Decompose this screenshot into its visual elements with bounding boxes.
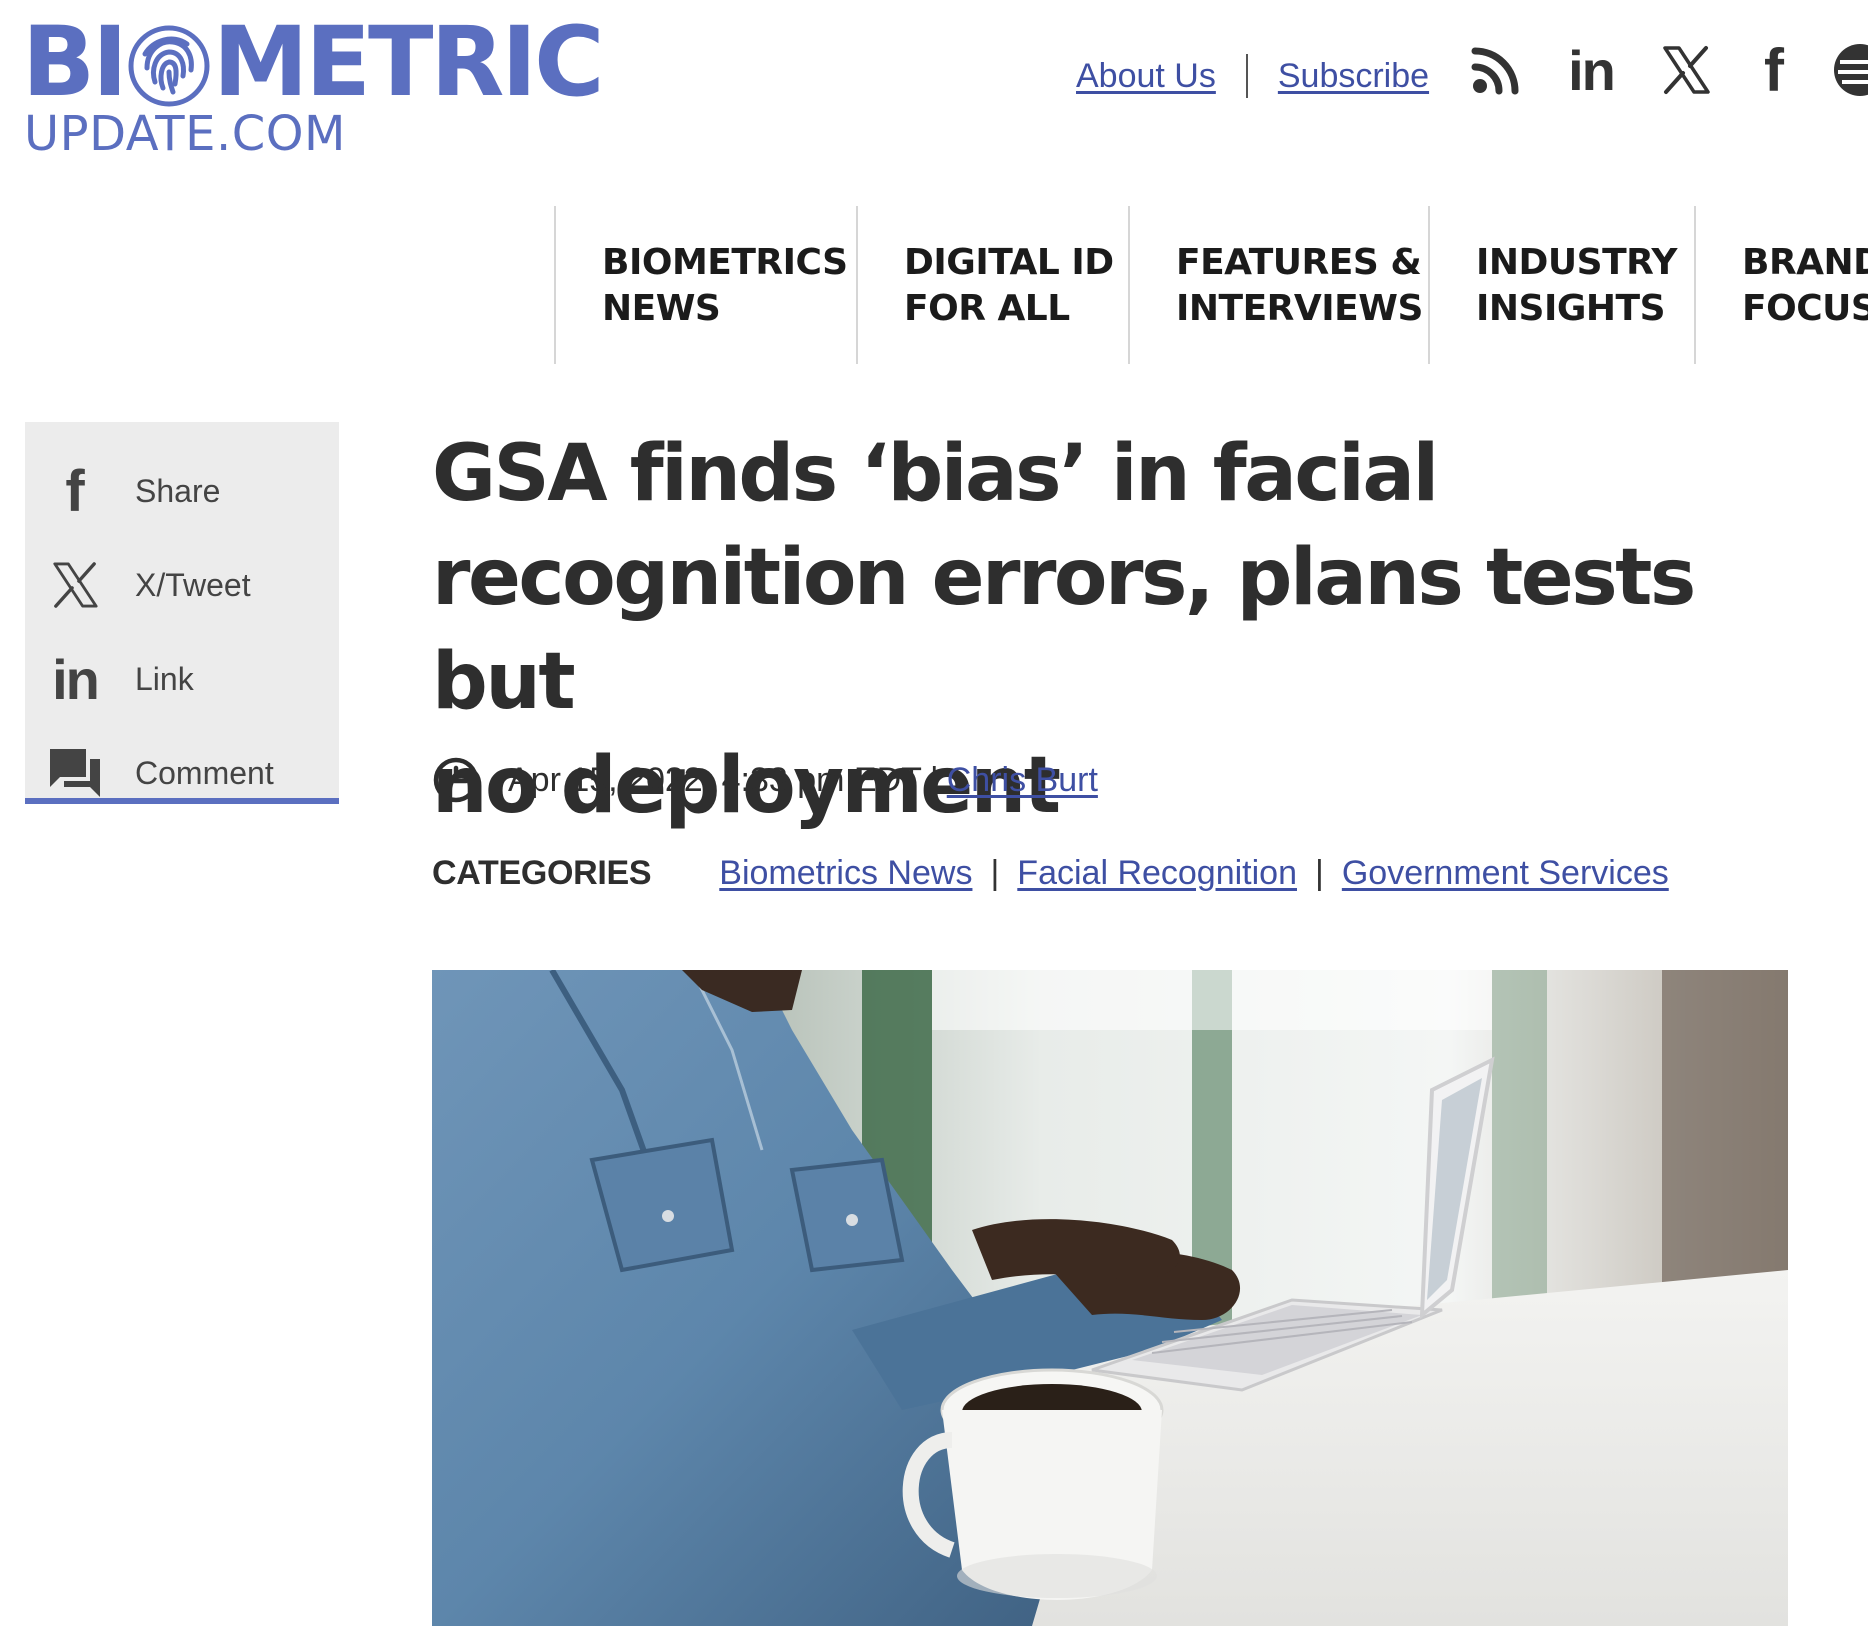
facebook-icon[interactable]: f xyxy=(1754,37,1794,104)
top-links-divider xyxy=(1245,54,1248,98)
nav-item-features-interviews[interactable]: FEATURES & INTERVIEWS xyxy=(1128,206,1428,364)
x-icon[interactable] xyxy=(1658,38,1714,102)
share-facebook-button[interactable]: f Share xyxy=(25,444,339,538)
clock-icon xyxy=(433,757,479,803)
nav-item-brand-focus[interactable]: BRAND FOCUS xyxy=(1694,206,1868,364)
nav-item-industry-insights[interactable]: INDUSTRY INSIGHTS xyxy=(1428,206,1694,364)
category-link-government-services[interactable]: Government Services xyxy=(1342,854,1669,893)
logo-text-metric: METRIC xyxy=(212,6,605,118)
fingerprint-icon xyxy=(127,24,211,108)
nav-label-line1: FEATURES & xyxy=(1176,242,1422,283)
share-sidebar: f Share X/Tweet in Link Comment xyxy=(25,422,339,804)
category-link-biometrics-news[interactable]: Biometrics News xyxy=(719,854,972,893)
publish-date: Apr 15, 2022, 4:33 pm EDT xyxy=(508,760,922,799)
categories-label: CATEGORIES xyxy=(432,854,652,892)
article-hero-image xyxy=(432,970,1788,1626)
article-meta: Apr 15, 2022, 4:33 pm EDT | Chris Burt xyxy=(432,756,1098,804)
linkedin-icon: in xyxy=(52,647,100,711)
about-us-link[interactable]: About Us xyxy=(1076,57,1216,96)
linkedin-icon[interactable]: in xyxy=(1560,38,1622,102)
rss-icon[interactable] xyxy=(1466,38,1526,102)
nav-item-digital-id[interactable]: DIGITAL ID FOR ALL xyxy=(856,206,1128,364)
share-label: Link xyxy=(135,660,194,697)
nav-label-line2: FOR ALL xyxy=(904,288,1070,329)
social-links: in f xyxy=(1466,37,1868,104)
nav-label-line2: NEWS xyxy=(602,288,721,329)
logo-text-bi: BI xyxy=(22,6,128,118)
share-x-button[interactable]: X/Tweet xyxy=(25,538,339,632)
share-label: X/Tweet xyxy=(135,566,251,603)
share-linkedin-button[interactable]: in Link xyxy=(25,632,339,726)
nav-label-line1: BRAND xyxy=(1742,242,1868,283)
share-label: Share xyxy=(135,472,221,509)
author-link[interactable]: Chris Burt xyxy=(947,761,1098,800)
article-categories: CATEGORIES Biometrics News | Facial Reco… xyxy=(432,854,1669,893)
subscribe-link[interactable]: Subscribe xyxy=(1278,57,1429,96)
headline-line: recognition errors, plans tests but xyxy=(432,533,1696,727)
nav-label-line1: DIGITAL ID xyxy=(904,242,1114,283)
nav-item-biometrics-news[interactable]: BIOMETRICS NEWS xyxy=(554,206,856,364)
facebook-icon: f xyxy=(65,458,85,524)
headline-line: GSA finds ‘bias’ in facial xyxy=(432,429,1439,519)
logo-wordmark: BI METRIC xyxy=(22,6,605,118)
category-link-facial-recognition[interactable]: Facial Recognition xyxy=(1017,854,1297,893)
more-icon[interactable] xyxy=(1830,38,1868,102)
x-icon xyxy=(45,555,105,615)
comment-icon xyxy=(45,743,105,803)
nav-label-line1: BIOMETRICS xyxy=(602,242,848,283)
top-utility-links: About Us Subscribe xyxy=(1076,54,1429,98)
main-nav: BIOMETRICS NEWS DIGITAL ID FOR ALL FEATU… xyxy=(554,206,1868,364)
share-comment-button[interactable]: Comment xyxy=(25,726,339,820)
meta-separator: | xyxy=(929,760,939,799)
category-separator: | xyxy=(1315,854,1324,892)
share-label: Comment xyxy=(135,754,274,791)
category-separator: | xyxy=(990,854,1000,892)
nav-label-line2: INTERVIEWS xyxy=(1176,288,1423,329)
site-logo[interactable]: BI METRIC UPDATE.COM xyxy=(22,14,605,158)
nav-label-line1: INDUSTRY xyxy=(1476,242,1677,283)
nav-label-line2: FOCUS xyxy=(1742,288,1868,329)
logo-subtitle: UPDATE.COM xyxy=(24,106,346,162)
nav-label-line2: INSIGHTS xyxy=(1476,288,1666,329)
